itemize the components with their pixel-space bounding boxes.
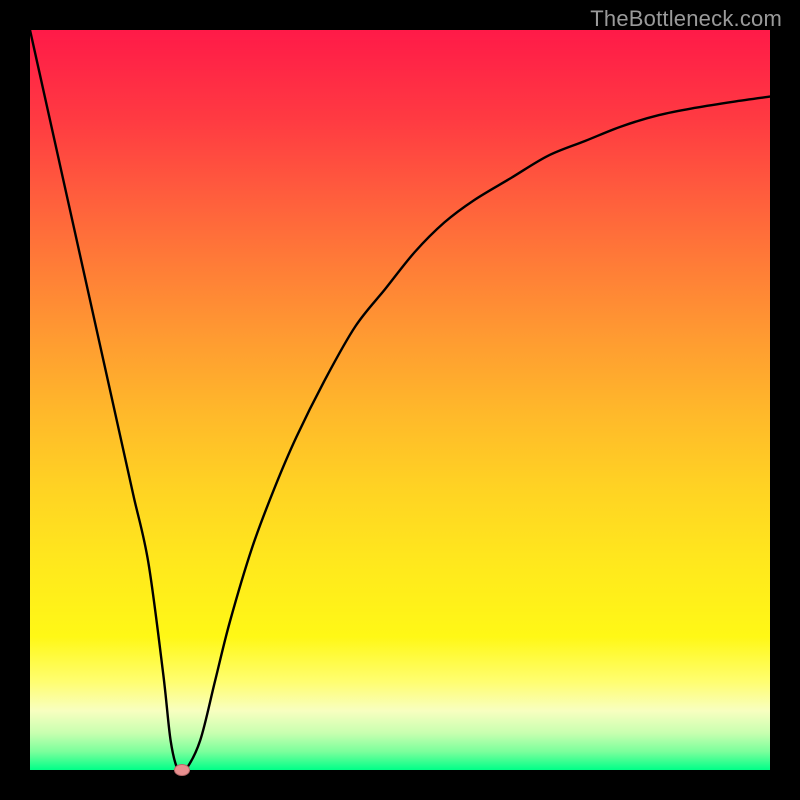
- watermark-text: TheBottleneck.com: [590, 6, 782, 32]
- curve-svg: [30, 30, 770, 770]
- bottleneck-curve: [30, 30, 770, 774]
- optimal-marker: [174, 764, 190, 776]
- plot-area: [30, 30, 770, 770]
- chart-frame: TheBottleneck.com: [0, 0, 800, 800]
